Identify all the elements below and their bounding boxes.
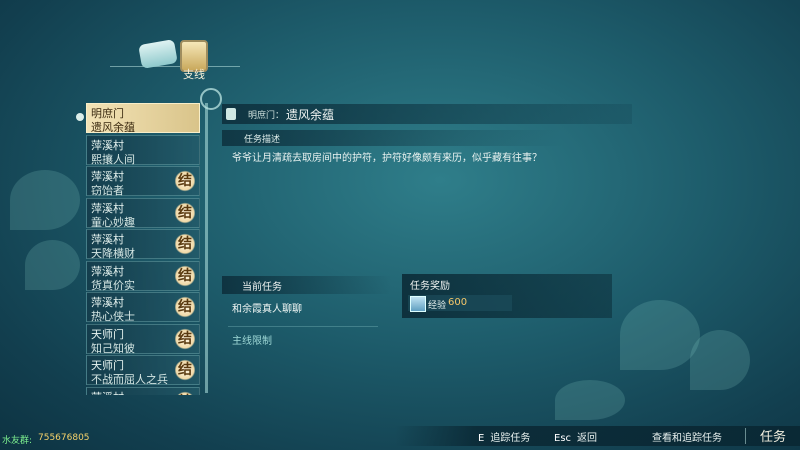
quest-list-item[interactable]: 萍溪村 童心妙趣结 (86, 197, 200, 229)
current-task-text: 和余霞真人聊聊 (232, 304, 302, 315)
quest-sect-label: 萍溪村 (91, 389, 124, 396)
quest-name-label: 窃饴者 (91, 184, 124, 197)
quest-list-item[interactable]: 萍溪村 天降横财结 (86, 229, 200, 260)
quest-list-item[interactable]: 明庶门 遗风余蕴 (86, 103, 200, 134)
completed-badge-icon: 结 (175, 390, 195, 395)
exp-value: 600 (448, 297, 468, 308)
foliage-decoration (25, 240, 80, 290)
quest-sect: 明庶门： (248, 111, 285, 121)
bottom-hint-bar (395, 426, 800, 446)
quest-name-label: 童心妙趣 (91, 215, 135, 229)
foliage-decoration (555, 380, 625, 420)
exp-book-icon (410, 296, 426, 312)
divider (745, 428, 746, 444)
quest-list-item[interactable]: 萍溪村 货真价实结 (86, 260, 200, 292)
quest-name-label: 熙攘人间 (91, 152, 135, 166)
completed-badge-icon: 结 (175, 296, 195, 318)
current-task-label: 当前任务 (242, 282, 282, 293)
view-track-hint[interactable]: 查看和追踪任务 (652, 429, 722, 444)
quest-list-item[interactable]: 天师门 知己知彼结 (86, 323, 200, 355)
completed-badge-icon: 结 (175, 264, 195, 287)
track-quest-hint[interactable]: E 追踪任务 (478, 429, 530, 444)
tab-tasks[interactable]: 任务 (760, 426, 786, 445)
description-label: 任务描述 (244, 135, 281, 145)
scroll-icon[interactable] (138, 39, 178, 69)
quest-list[interactable]: 明庶门 遗风余蕴 萍溪村 熙攘人间 萍溪村 窃饴者结萍溪村 童心妙趣结萍溪村 天降横财结萍溪村… (86, 103, 202, 395)
foliage-decoration (620, 300, 700, 370)
main-quest-restriction: 主线限制 (232, 336, 272, 347)
completed-badge-icon: 结 (175, 327, 195, 350)
watermark-number: 755676805 (38, 433, 90, 443)
quest-name-label: 知己知彼 (91, 341, 135, 355)
exp-label: 经验 (428, 301, 447, 311)
quest-title: 遗风余蕴 (286, 108, 335, 122)
selection-indicator (76, 113, 84, 121)
quest-name-label: 遗风余蕴 (91, 121, 135, 134)
quest-list-item[interactable]: 萍溪村 热心侠士结 (86, 292, 200, 323)
quest-list-item[interactable]: 萍溪村 熙攘人间 (86, 134, 200, 166)
completed-badge-icon: 结 (175, 359, 195, 381)
reward-label: 任务奖励 (410, 281, 450, 292)
quest-name-label: 货真价实 (91, 278, 135, 292)
back-hint[interactable]: Esc 返回 (554, 429, 597, 444)
quest-list-item[interactable]: 萍溪村 结 (86, 386, 200, 396)
completed-badge-icon: 结 (175, 233, 195, 255)
quest-name-label: 天降横财 (91, 247, 135, 260)
watermark-label: 水友群: (2, 436, 33, 446)
header-divider (110, 66, 240, 67)
foliage-decoration (10, 170, 80, 230)
quest-list-item[interactable]: 萍溪村 窃饴者结 (86, 166, 200, 197)
quest-list-item[interactable]: 天师门 不战而屈人之兵结 (86, 355, 200, 386)
list-scrollbar[interactable] (205, 103, 208, 393)
completed-badge-icon: 结 (175, 201, 195, 224)
quest-description: 爷爷让月清疏去取房间中的护符，护符好像颇有来历，似乎藏有往事？ (232, 153, 542, 164)
tab-branch-quests[interactable]: 支线 (183, 66, 205, 82)
ornament-icon (200, 88, 222, 110)
divider (228, 326, 378, 327)
foliage-decoration (690, 330, 750, 390)
completed-badge-icon: 结 (175, 170, 195, 192)
quest-name-label: 不战而屈人之兵 (91, 373, 168, 386)
quest-name-label: 热心侠士 (91, 310, 135, 323)
flag-icon (226, 108, 236, 120)
